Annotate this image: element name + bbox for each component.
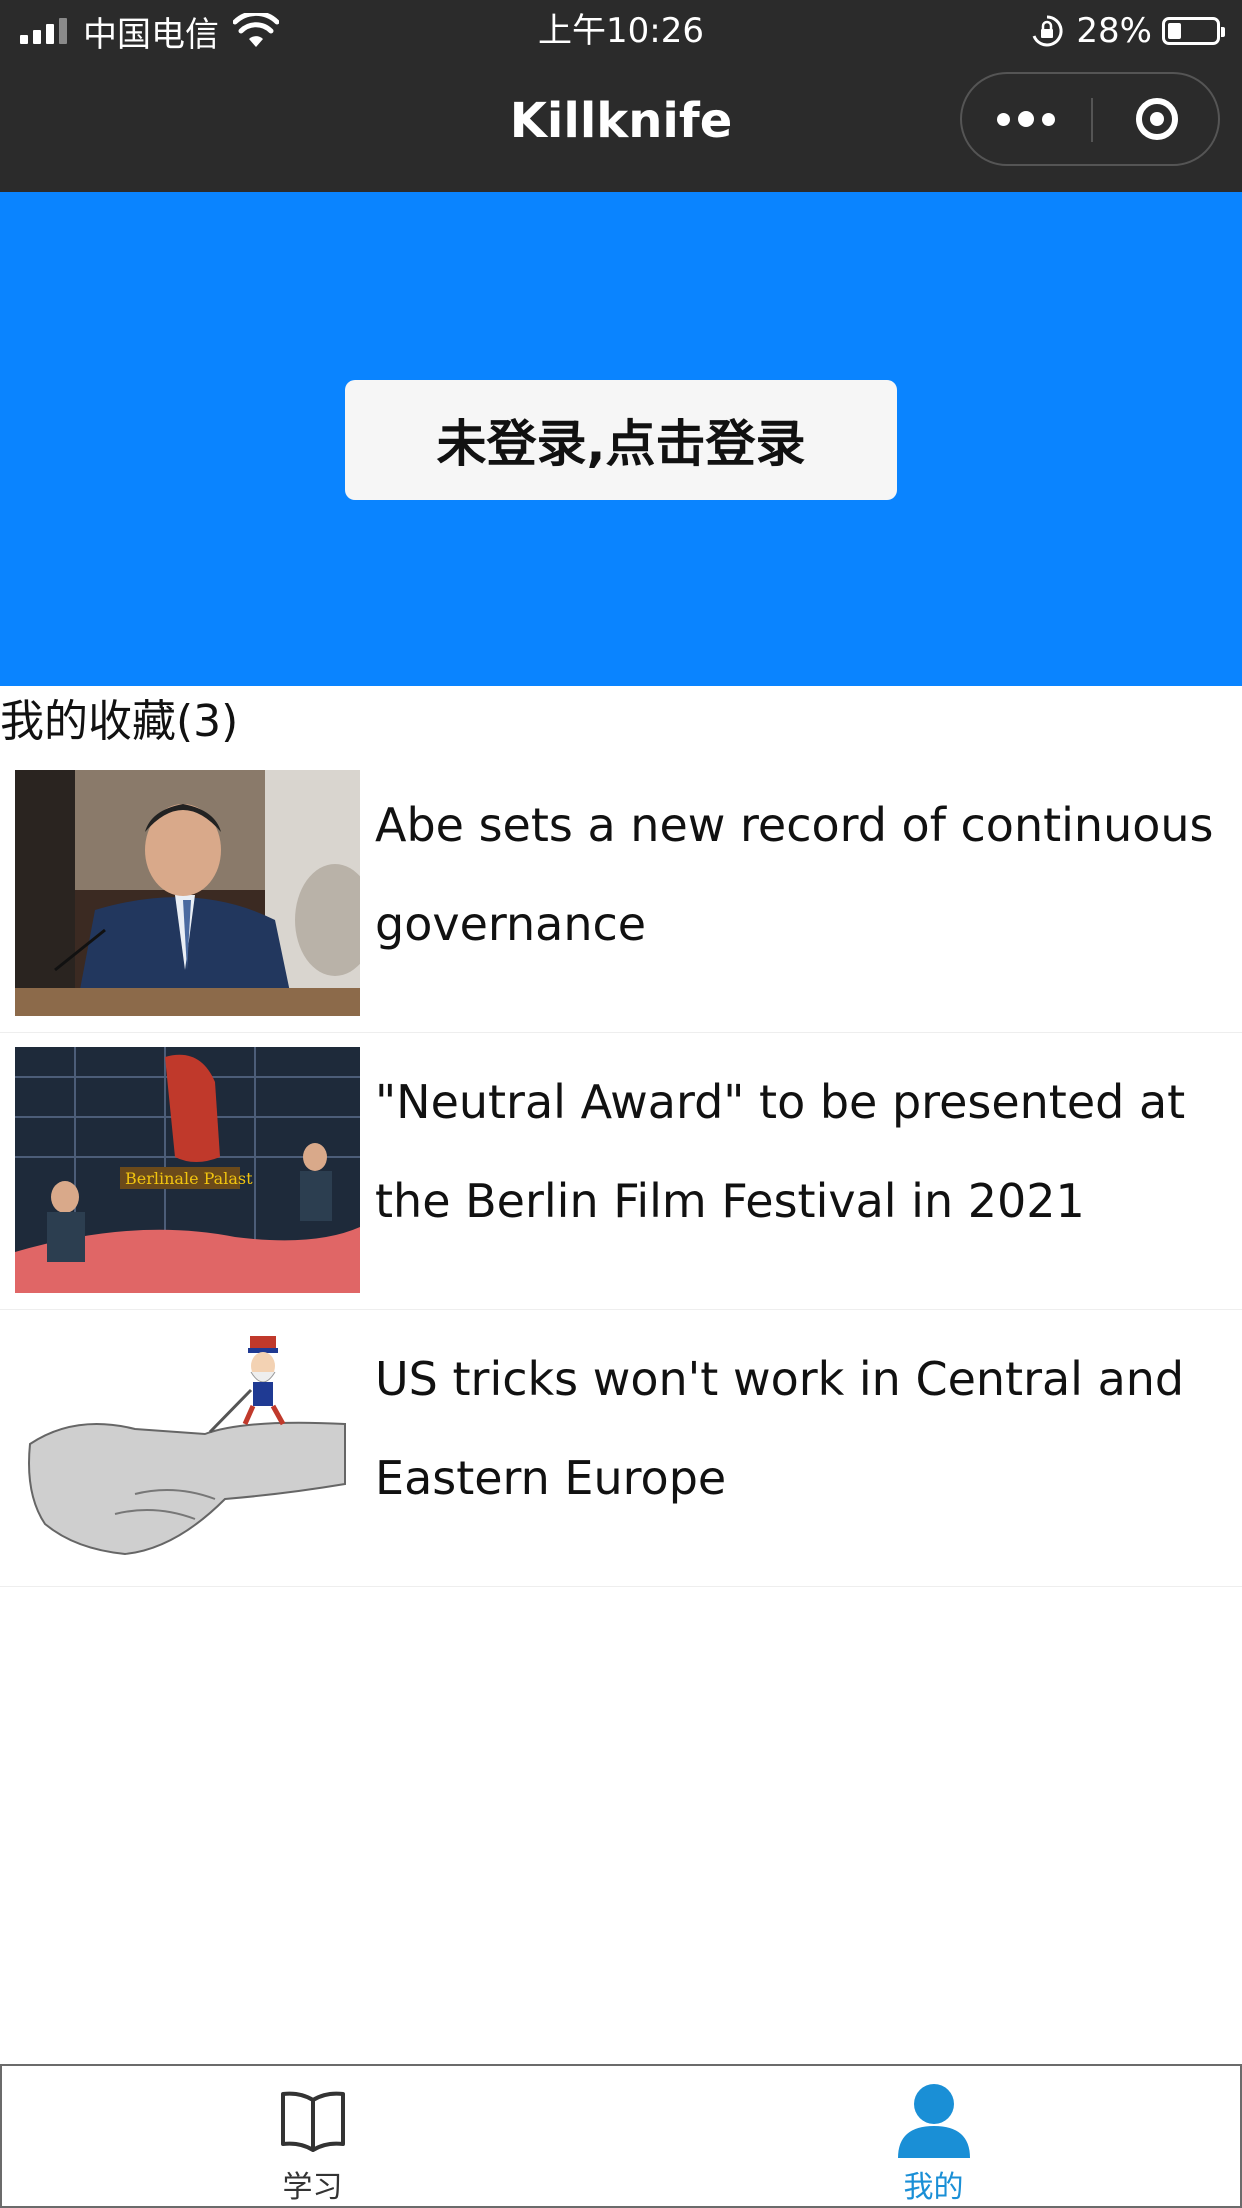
handshake-cartoon (15, 1324, 360, 1570)
login-button[interactable]: 未登录,点击登录 (345, 380, 897, 500)
battery-percent: 28% (1076, 11, 1152, 51)
favorite-item[interactable]: Abe sets a new record of continuous gove… (0, 756, 1242, 1033)
svg-text:Berlinale Palast: Berlinale Palast (125, 1169, 253, 1188)
status-right: 28% (1030, 8, 1225, 54)
user-icon (897, 2084, 970, 2158)
status-bar: 中国电信 上午10:26 28% (0, 0, 1242, 62)
tab-bar: 学习 我的 (0, 2064, 1242, 2208)
favorite-item-title: "Neutral Award" to be presented at the B… (375, 1075, 1186, 1228)
profile-banner: 未登录,点击登录 (0, 192, 1242, 686)
more-dots-icon[interactable] (962, 74, 1090, 164)
favorite-item-title: US tricks won't work in Central and East… (375, 1352, 1185, 1505)
favorite-item[interactable]: US tricks won't work in Central and East… (0, 1310, 1242, 1587)
battery-fill (1168, 23, 1181, 39)
tab-study[interactable]: 学习 (2, 2066, 623, 2206)
battery-icon (1162, 17, 1225, 45)
tab-mine[interactable]: 我的 (623, 2066, 1242, 2206)
close-target-icon[interactable] (1094, 74, 1220, 164)
favorite-item-title: Abe sets a new record of continuous gove… (375, 798, 1214, 951)
press-conference-photo (15, 770, 360, 1016)
tab-label-study: 学习 (282, 2170, 343, 2205)
favorite-item[interactable]: Berlinale Palast "Neutral Award" to be p… (0, 1033, 1242, 1310)
tab-label-mine: 我的 (903, 2170, 964, 2205)
rotation-lock-icon (1033, 15, 1063, 47)
nav-bar: Killknife (0, 62, 1242, 192)
favorites-title: 我的收藏(3) (0, 696, 239, 747)
book-icon (280, 2091, 345, 2152)
capsule-divider (1091, 98, 1093, 142)
berlinale-palast-photo: Berlinale Palast (15, 1047, 360, 1293)
favorites-list: Abe sets a new record of continuous gove… (0, 756, 1242, 1587)
mini-program-capsule (960, 72, 1220, 166)
